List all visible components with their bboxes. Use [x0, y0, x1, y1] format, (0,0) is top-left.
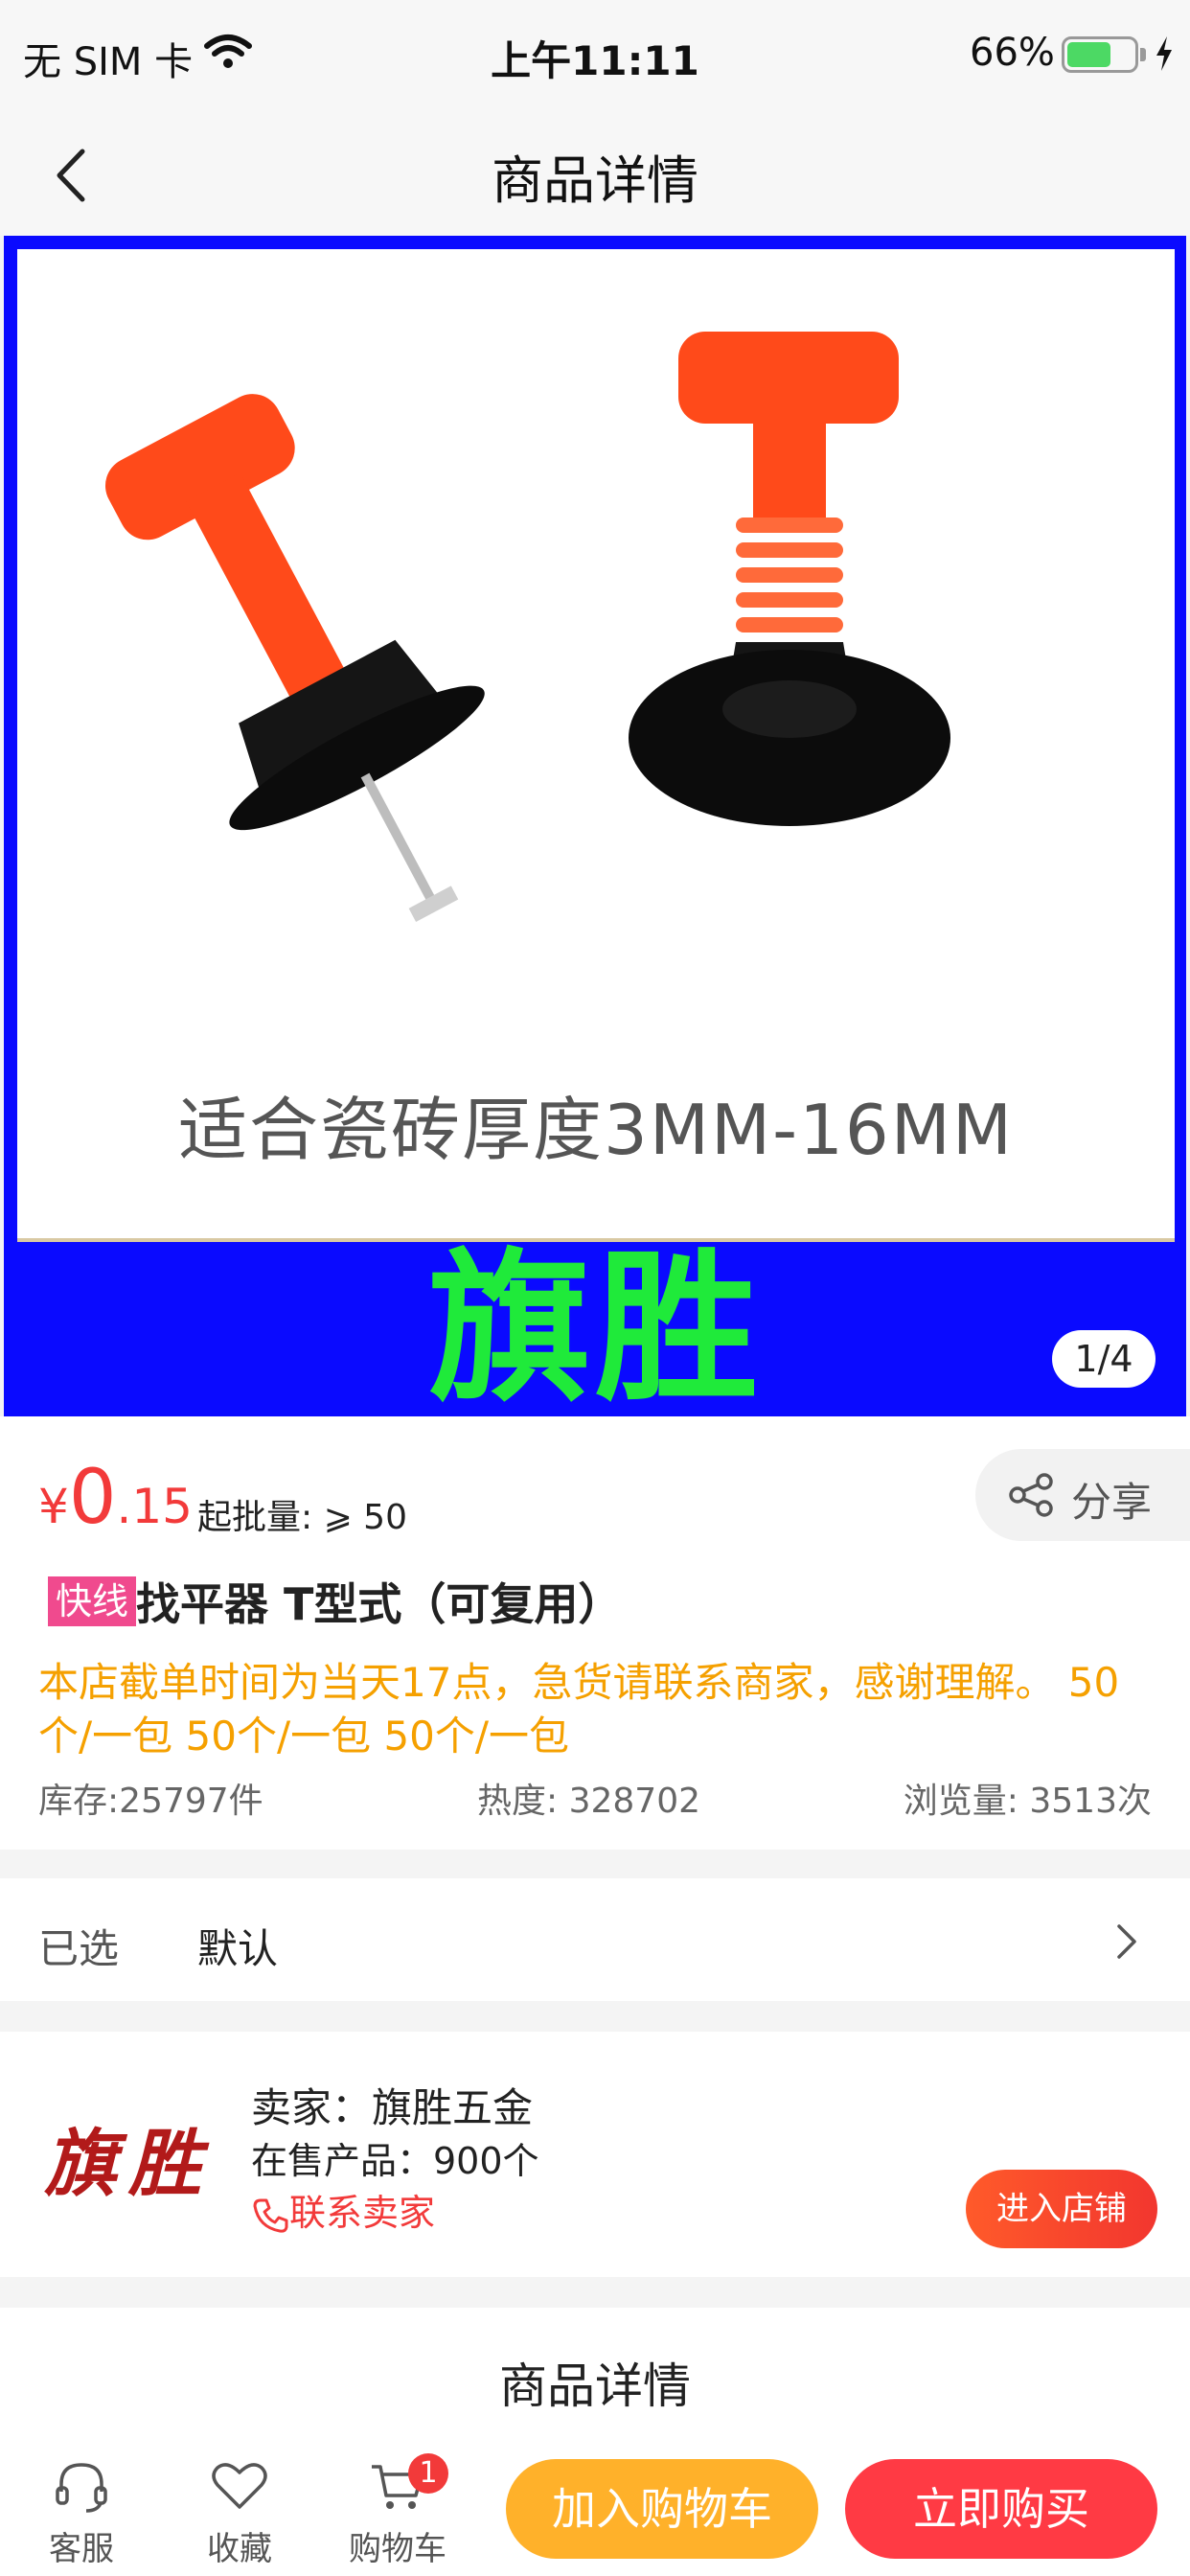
minimum-order-quantity: 起批量: ⩾ 50 [197, 1498, 407, 1537]
spec-selector-row[interactable]: 已选 默认 [0, 1878, 1190, 2001]
status-bar: 无 SIM 卡 上午11:11 66% [0, 0, 1190, 115]
selected-value: 默认 [197, 1925, 279, 1972]
title-row: 快线 找平器 T型式（可复用） [48, 1570, 622, 1637]
enter-shop-button[interactable]: 进入店铺 [966, 2170, 1157, 2248]
product-stats: 库存:25797件 热度: 328702 浏览量: 3513次 [38, 1773, 1152, 1821]
buy-now-button[interactable]: 立即购买 [845, 2459, 1157, 2559]
image-pager-indicator: 1/4 [1052, 1330, 1156, 1388]
hero-caption: 适合瓷砖厚度3MM-16MM [178, 1090, 1014, 1170]
share-button[interactable]: 分享 [975, 1449, 1190, 1541]
price-integer: 0 [68, 1455, 117, 1541]
express-tag: 快线 [48, 1576, 137, 1626]
customer-service-tab[interactable]: 客服 [19, 2459, 144, 2574]
shop-notice: 本店截单时间为当天17点，急货请联系商家，感谢理解。 50个/一包 50个/一包… [38, 1659, 1120, 1760]
favorite-tab[interactable]: 收藏 [177, 2459, 302, 2574]
charging-bolt-icon [1156, 36, 1172, 71]
seller-name: 卖家：旗胜五金 [251, 2084, 534, 2131]
product-image-carousel[interactable]: 适合瓷砖厚度3MM-16MM 旗胜 1/4 [4, 236, 1186, 1416]
phone-icon [253, 2198, 288, 2233]
popularity: 热度: 328702 [477, 1782, 700, 1821]
brand-banner: 旗胜 [427, 1234, 762, 1424]
share-label: 分享 [1071, 1479, 1153, 1526]
battery-icon [1062, 36, 1138, 73]
headset-icon [56, 2463, 107, 2513]
heart-icon [212, 2463, 267, 2509]
page-title: 商品详情 [492, 150, 698, 211]
navigation-bar: 商品详情 [0, 115, 1190, 236]
seller-card: 旗胜 卖家：旗胜五金 在售产品：900个 联系卖家 进入店铺 [0, 2032, 1190, 2277]
product-detail-page: 无 SIM 卡 上午11:11 66% 商品详情 适合瓷砖厚度3MM-16MM … [0, 0, 1190, 2576]
price-currency: ¥ [38, 1479, 69, 1534]
stock-count: 库存:25797件 [38, 1782, 263, 1821]
bottom-action-bar: 客服 收藏 购物车 1 加入购物车 立即购买 [0, 2442, 1190, 2576]
details-section-title: 商品详情 [0, 2308, 1190, 2442]
selected-label: 已选 [38, 1925, 120, 1972]
battery-level-fill [1067, 42, 1110, 67]
contact-seller-label: 联系卖家 [289, 2192, 436, 2234]
product-title: 找平器 T型式（可复用） [136, 1578, 623, 1630]
cart-badge: 1 [408, 2453, 448, 2494]
right-leveler [629, 332, 950, 826]
product-info-card: ¥0.15 起批量: ⩾ 50 分享 快线 找平器 T型式（可复用） 本店截单时间… [0, 1416, 1190, 1850]
share-icon [1009, 1473, 1053, 1517]
battery-percent: 66% [970, 31, 1055, 75]
seller-product-count: 在售产品：900个 [251, 2140, 539, 2182]
price: ¥0.15 [38, 1455, 193, 1541]
favorite-label: 收藏 [207, 2530, 272, 2568]
view-count: 浏览量: 3513次 [903, 1782, 1152, 1821]
cart-tab[interactable]: 购物车 1 [335, 2453, 460, 2574]
price-decimal: .15 [116, 1479, 193, 1534]
battery-cap [1140, 48, 1146, 61]
contact-seller-link[interactable]: 联系卖家 [251, 2183, 435, 2236]
seller-logo: 旗胜 [44, 2121, 213, 2206]
cart-label: 购物车 [349, 2530, 446, 2568]
chevron-right-icon [1117, 1924, 1136, 1959]
left-leveler [104, 394, 485, 923]
product-photo: 适合瓷砖厚度3MM-16MM [17, 249, 1175, 1242]
add-to-cart-button[interactable]: 加入购物车 [506, 2459, 818, 2559]
customer-service-label: 客服 [49, 2530, 114, 2568]
